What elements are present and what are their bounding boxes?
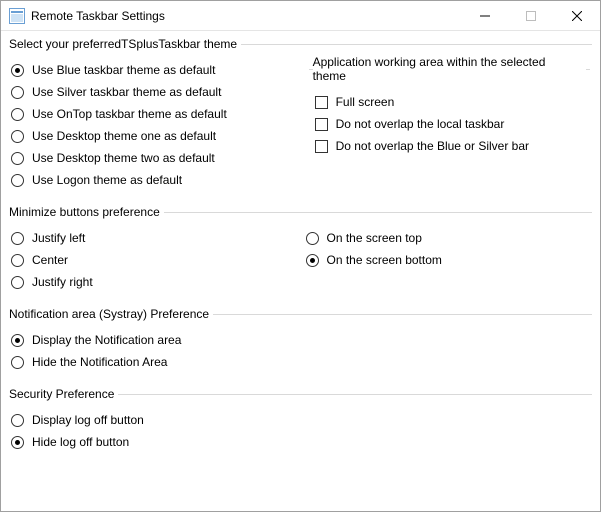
minimize-screen-top[interactable]: On the screen top (306, 231, 422, 245)
close-button[interactable] (554, 1, 600, 31)
systray-group: Notification area (Systray) Preference D… (9, 307, 592, 379)
minimize-group-legend: Minimize buttons preference (9, 205, 164, 219)
security-display-logoff[interactable]: Display log off button (11, 413, 144, 427)
theme-options: Use Blue taskbar theme as default Use Si… (9, 55, 295, 191)
minimize-justify-left[interactable]: Justify left (11, 231, 85, 245)
title-bar: Remote Taskbar Settings (1, 1, 600, 31)
theme-option-logon[interactable]: Use Logon theme as default (11, 173, 182, 187)
maximize-button (508, 1, 554, 31)
minimize-right-options: On the screen top On the screen bottom (306, 227, 589, 293)
theme-group: Select your preferredTSplusTaskbar theme… (9, 37, 592, 197)
security-group-legend: Security Preference (9, 387, 118, 401)
minimize-left-options: Justify left Center Justify right (11, 227, 294, 293)
minimize-group: Minimize buttons preference Justify left… (9, 205, 592, 299)
area-option-fullscreen[interactable]: Full screen (315, 95, 395, 109)
minimize-screen-bottom[interactable]: On the screen bottom (306, 253, 442, 267)
theme-option-blue[interactable]: Use Blue taskbar theme as default (11, 63, 215, 77)
systray-hide[interactable]: Hide the Notification Area (11, 355, 167, 369)
working-area-legend: Application working area within the sele… (313, 55, 586, 83)
theme-option-desktop1[interactable]: Use Desktop theme one as default (11, 129, 216, 143)
systray-group-legend: Notification area (Systray) Preference (9, 307, 213, 321)
working-area-column: Application working area within the sele… (307, 55, 592, 191)
app-icon (9, 8, 25, 24)
theme-option-ontop[interactable]: Use OnTop taskbar theme as default (11, 107, 227, 121)
theme-option-silver[interactable]: Use Silver taskbar theme as default (11, 85, 221, 99)
area-option-no-overlap-local[interactable]: Do not overlap the local taskbar (315, 117, 505, 131)
security-hide-logoff[interactable]: Hide log off button (11, 435, 129, 449)
systray-display[interactable]: Display the Notification area (11, 333, 181, 347)
theme-option-desktop2[interactable]: Use Desktop theme two as default (11, 151, 215, 165)
theme-group-legend: Select your preferredTSplusTaskbar theme (9, 37, 241, 51)
working-area-group: Application working area within the sele… (309, 55, 590, 163)
area-option-no-overlap-bluesilver[interactable]: Do not overlap the Blue or Silver bar (315, 139, 529, 153)
security-group: Security Preference Display log off butt… (9, 387, 592, 459)
minimize-justify-right[interactable]: Justify right (11, 275, 93, 289)
minimize-center[interactable]: Center (11, 253, 68, 267)
content-area: Select your preferredTSplusTaskbar theme… (1, 31, 600, 475)
window-title: Remote Taskbar Settings (31, 9, 462, 23)
minimize-button[interactable] (462, 1, 508, 31)
